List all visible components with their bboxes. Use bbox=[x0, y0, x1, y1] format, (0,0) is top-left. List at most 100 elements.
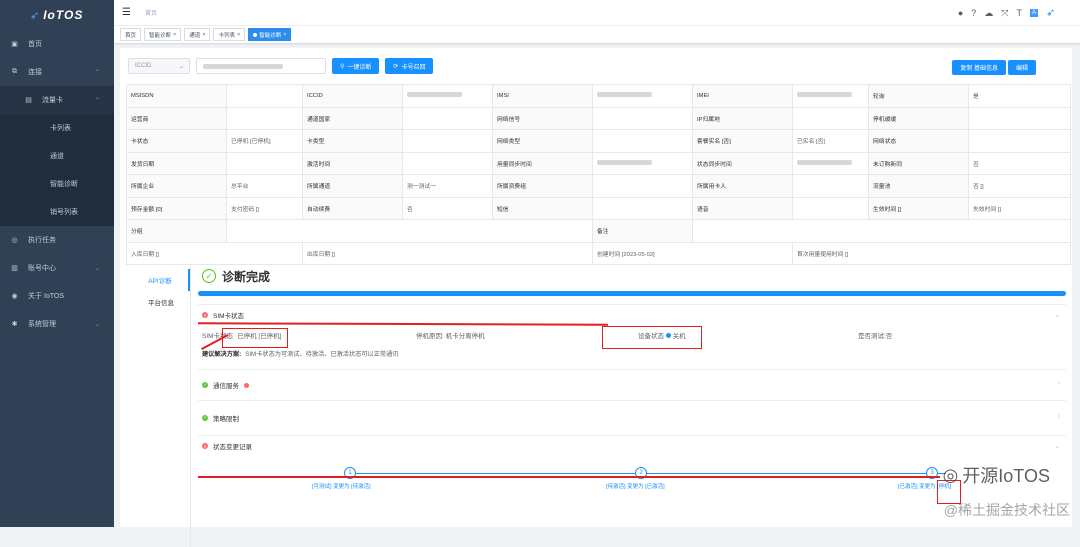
tag-channel[interactable]: 通道 × bbox=[184, 28, 211, 41]
tab-api-diagnosis[interactable]: API诊断 bbox=[132, 269, 190, 291]
tag-diagnosis-active[interactable]: 智能诊断 × bbox=[248, 28, 292, 41]
info-value bbox=[402, 129, 493, 153]
comm-service-section[interactable]: ✓ 通信服务 › bbox=[198, 369, 1066, 400]
card-recall-button[interactable]: ⟳ 卡号召回 bbox=[385, 58, 434, 74]
breadcrumb[interactable]: 首页 bbox=[145, 8, 157, 17]
tags-view: 首页 智能诊断 × 通道 × 卡列表 × 智能诊断 × bbox=[114, 26, 1080, 44]
info-value bbox=[592, 174, 693, 198]
language-icon[interactable]: A bbox=[1029, 9, 1038, 17]
info-value bbox=[402, 106, 493, 130]
sidebar-item-flowcard[interactable]: ▤ 流量卡 ⌃ bbox=[0, 86, 114, 114]
copy-info-button[interactable]: 复制 基础信息 bbox=[952, 60, 1006, 75]
policy-header[interactable]: ✓ 策略限制 bbox=[198, 401, 1066, 435]
chevron-up-icon[interactable]: ⌄ bbox=[1054, 442, 1060, 450]
info-value bbox=[226, 151, 303, 175]
info-value: 是 bbox=[968, 84, 1071, 108]
info-key: 预存金额 [0] bbox=[126, 196, 227, 220]
font-size-icon[interactable]: T bbox=[1016, 8, 1022, 18]
info-value bbox=[968, 129, 1071, 153]
timeline-line bbox=[348, 473, 946, 474]
sidebar-item-about[interactable]: ◉ 关于 IoTOS bbox=[0, 282, 114, 310]
info-key: MSISDN bbox=[126, 84, 227, 108]
policy-section[interactable]: ✓ 策略限制 › bbox=[198, 400, 1066, 435]
info-value: 已实名 [否] bbox=[792, 129, 869, 153]
chevron-up-icon[interactable]: ⌄ bbox=[1054, 311, 1060, 319]
chevron-right-icon[interactable]: › bbox=[1058, 413, 1060, 420]
hamburger-icon[interactable]: ☰ bbox=[122, 7, 131, 18]
redacted-value bbox=[203, 63, 283, 69]
tab-platform-info[interactable]: 平台信息 bbox=[132, 291, 190, 313]
sidebar: ➶ IoTOS ▣ 首页 ⧉ 连接 ⌃ ▤ 流量卡 ⌃ 卡列表 通道 智能诊断 销号列表 ◎… bbox=[0, 0, 114, 527]
info-value bbox=[968, 106, 1071, 130]
status-timeline: 1 [可测试] 变更为 [待激活] 2 [待激活] 变更为 [已激活] 3 [已… bbox=[198, 456, 1066, 502]
wrench-icon: ⚲ bbox=[340, 63, 345, 70]
info-row: 运营商 通道国家 网络信号 IP归属地 停机缓缓 bbox=[126, 106, 1071, 130]
close-icon[interactable]: × bbox=[237, 32, 240, 38]
diagnosis-result: ✓ 诊断完成 bbox=[198, 263, 1066, 289]
refresh-icon: ⟳ bbox=[393, 63, 399, 70]
close-icon[interactable]: × bbox=[202, 32, 205, 38]
github-icon[interactable]: ● bbox=[958, 8, 963, 18]
tag-card-list[interactable]: 卡列表 × bbox=[213, 28, 246, 41]
info-value bbox=[792, 106, 869, 130]
edit-button[interactable]: 编辑 bbox=[1007, 60, 1036, 75]
info-key: 语音 bbox=[692, 196, 793, 220]
app-logo[interactable]: ➶ IoTOS bbox=[0, 0, 114, 30]
sidebar-item-diagnosis[interactable]: 智能诊断 bbox=[0, 170, 114, 198]
navbar: ☰ 首页 ● ? ☁ ⤧ T A ➶ bbox=[114, 0, 1080, 26]
comm-service-header[interactable]: ✓ 通信服务 bbox=[198, 370, 1066, 400]
info-row: 分组 备注 bbox=[126, 219, 1071, 243]
tag-diagnosis[interactable]: 智能诊断 × bbox=[144, 28, 182, 41]
card-info-table: MSISDN ICCID IMSI IMEI 轮询是运营商 通道国家 网络信号 IP归属地 停机… bbox=[126, 84, 1071, 265]
info-row: 所属企业 总平台 所属通道 测一测试一 所属资费组 所属用卡人 流量池否 [] bbox=[126, 174, 1071, 198]
info-row: 入库日期 [] 出库日期 [] 创建时间 [2023-05-02] 首次用量使用时间 … bbox=[126, 241, 1071, 265]
history-section[interactable]: × 状态变更记录 ⌄ 1 [可测试] 变更为 [待激活] 2 [待激活] 变更为… bbox=[198, 435, 1066, 502]
wechat-icon: ◎ bbox=[942, 464, 959, 485]
sidebar-item-home[interactable]: ▣ 首页 bbox=[0, 30, 114, 58]
info-row: 发货日期 激活时间 用量同步时间 状态同步时间 未订购新同否 bbox=[126, 151, 1071, 175]
info-key: 所属资费组 bbox=[492, 174, 593, 198]
chevron-right-icon[interactable]: › bbox=[1058, 380, 1060, 387]
info-key: IMEI bbox=[692, 84, 793, 108]
dashboard-icon: ▣ bbox=[11, 41, 18, 48]
avatar[interactable]: ➶ bbox=[1046, 6, 1066, 20]
info-key: 所属企业 bbox=[126, 174, 227, 198]
fullscreen-icon[interactable]: ⤧ bbox=[1001, 8, 1008, 19]
sidebar-item-system[interactable]: ✱ 系统管理 ⌄ bbox=[0, 310, 114, 338]
content-card: ICCID ⌄ ⚲ 一键诊断 ⟳ 卡号召回 复制 基础信息 编辑 MSISDN ICCI… bbox=[120, 48, 1072, 547]
info-value bbox=[592, 84, 693, 108]
diagnose-button[interactable]: ⚲ 一键诊断 bbox=[332, 58, 380, 74]
sidebar-item-account[interactable]: ▥ 账号中心 ⌄ bbox=[0, 254, 114, 282]
cloud-icon[interactable]: ☁ bbox=[984, 8, 993, 19]
timeline-label: [待激活] 变更为 [已激活] bbox=[606, 484, 665, 490]
info-key: 卡类型 bbox=[302, 129, 403, 153]
help-icon[interactable]: ? bbox=[971, 8, 976, 18]
info-key: IMSI bbox=[492, 84, 593, 108]
task-icon: ◎ bbox=[11, 237, 18, 244]
info-row: 预存金额 [0] 支付密码 [] 自动续费否短信 语音 生效时间 [] 失效时间 [] bbox=[126, 196, 1071, 220]
redacted-value bbox=[407, 92, 462, 98]
info-key: 运营商 bbox=[126, 106, 227, 130]
sidebar-item-channel[interactable]: 通道 bbox=[0, 142, 114, 170]
info-value: 失效时间 [] bbox=[968, 196, 1071, 220]
info-cell bbox=[692, 219, 1071, 243]
annotation-box bbox=[222, 328, 288, 348]
warning-icon bbox=[244, 382, 249, 388]
tag-home[interactable]: 首页 bbox=[120, 28, 142, 41]
info-value bbox=[792, 151, 869, 175]
close-icon[interactable]: × bbox=[173, 32, 176, 38]
info-value: 否 [] bbox=[968, 174, 1071, 198]
annotation-arrow bbox=[198, 476, 940, 478]
check-circle-icon: ✓ bbox=[202, 269, 216, 283]
field-select[interactable]: ICCID ⌄ bbox=[128, 58, 190, 74]
sidebar-item-card-list[interactable]: 卡列表 bbox=[0, 114, 114, 142]
close-icon[interactable]: × bbox=[283, 32, 286, 38]
progress-bar bbox=[198, 291, 1066, 296]
sidebar-item-cancel-list[interactable]: 销号列表 bbox=[0, 198, 114, 226]
search-input[interactable] bbox=[196, 58, 326, 74]
annotation-box bbox=[602, 326, 702, 349]
test-flag: 是否测试:否 bbox=[858, 333, 893, 340]
sidebar-item-connect[interactable]: ⧉ 连接 ⌃ bbox=[0, 58, 114, 86]
sidebar-item-task[interactable]: ◎ 执行任务 bbox=[0, 226, 114, 254]
history-header[interactable]: × 状态变更记录 bbox=[198, 436, 1066, 456]
